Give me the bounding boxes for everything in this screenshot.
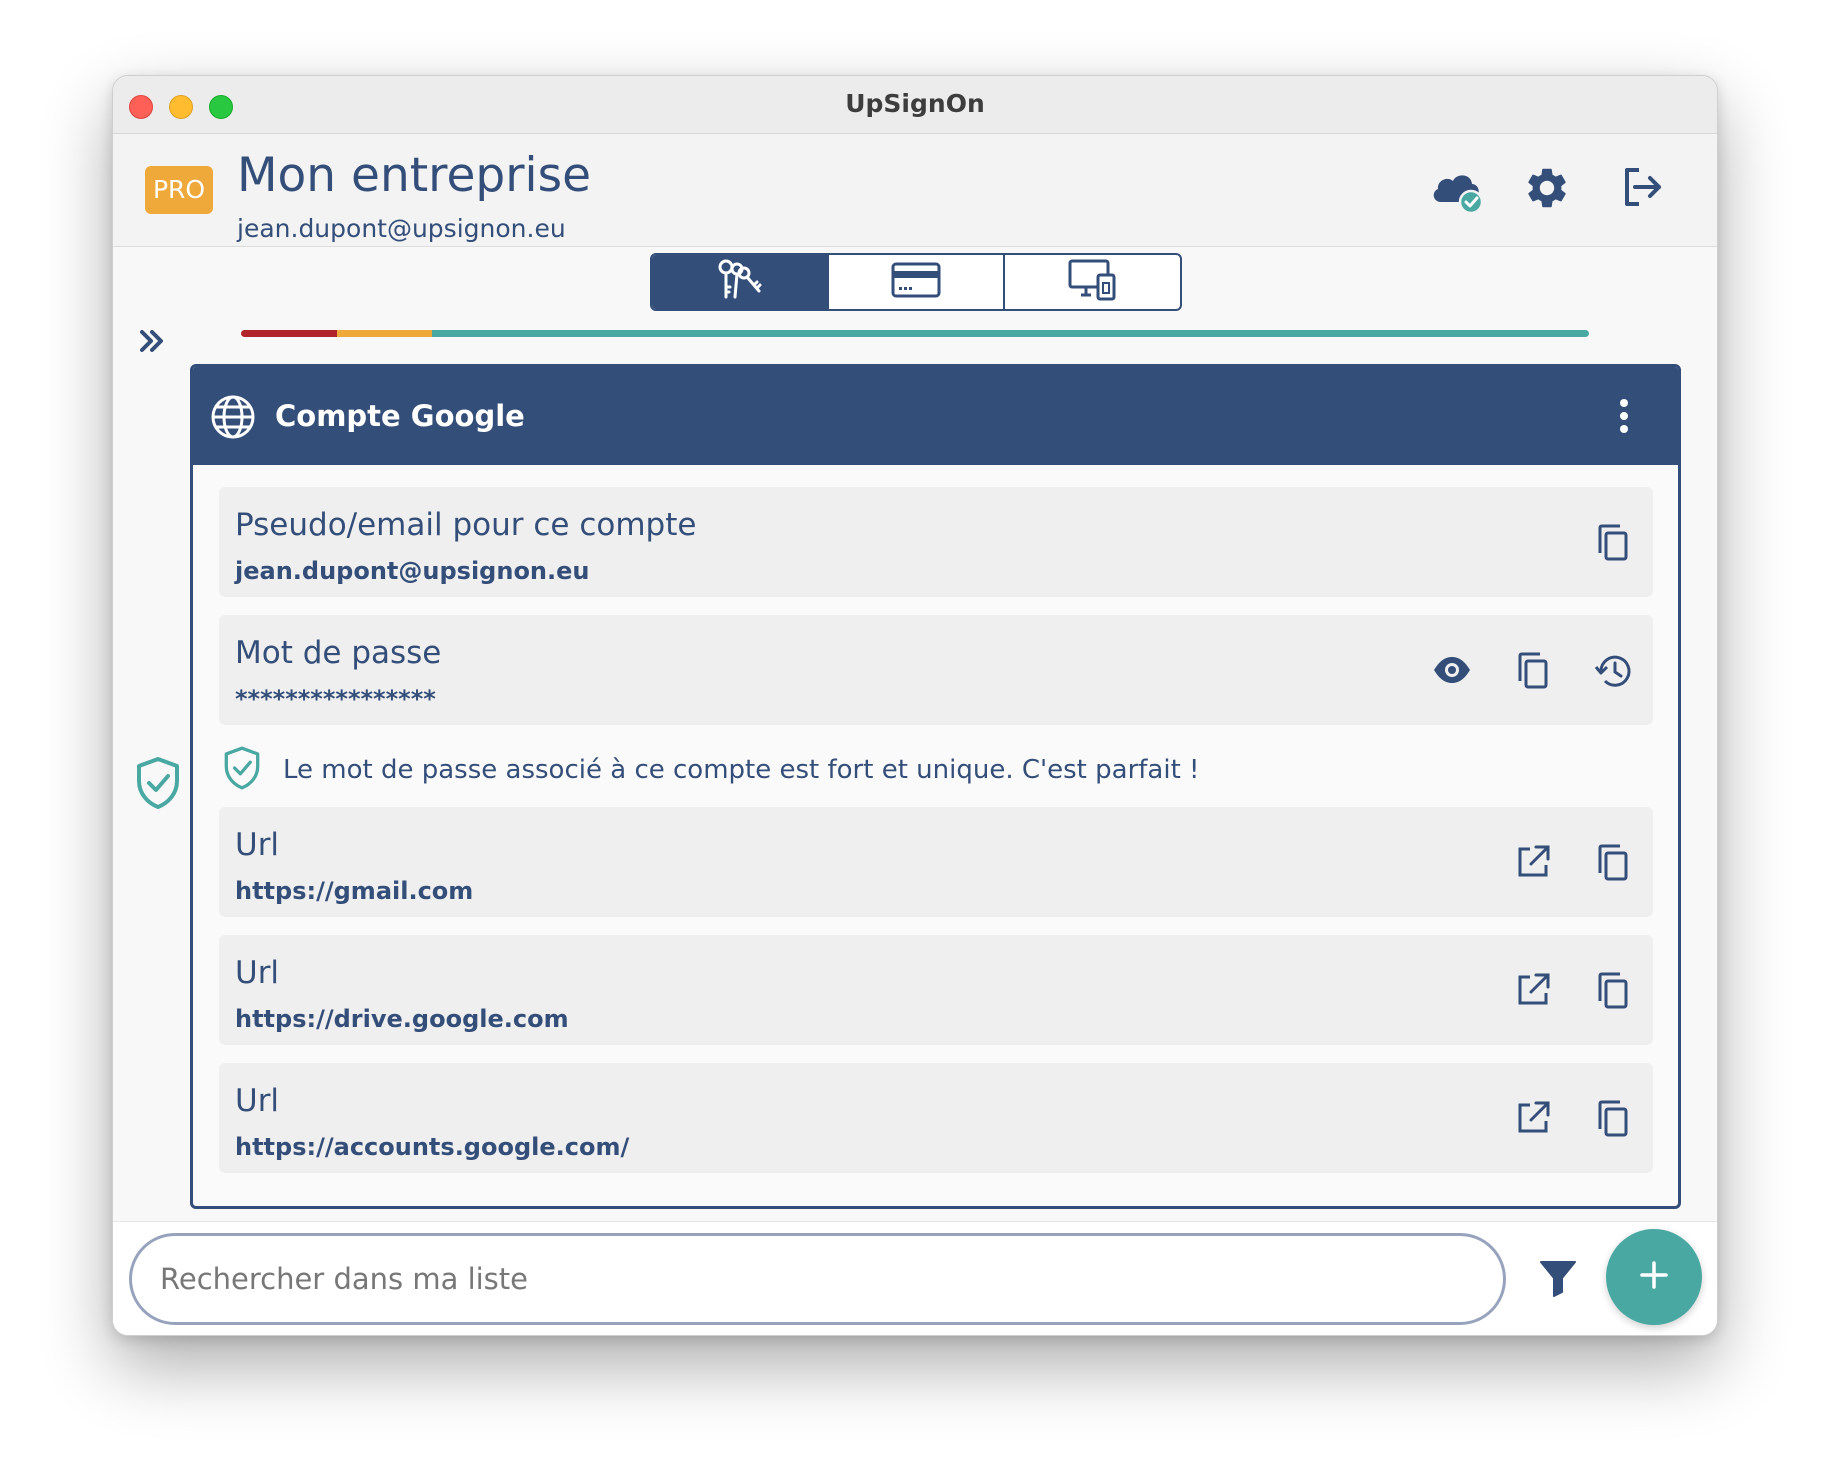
copy-icon[interactable] [1514,651,1552,695]
window-title: UpSignOn [845,89,985,118]
field-value: https://accounts.google.com/ [235,1133,630,1161]
gear-icon[interactable] [1523,164,1571,216]
url-field: Url https://accounts.google.com/ [219,1063,1653,1173]
filter-icon[interactable] [1538,1258,1578,1302]
globe-icon [210,394,256,444]
open-external-icon[interactable] [1514,1099,1552,1141]
history-icon[interactable] [1593,651,1633,695]
app-window: UpSignOn PRO Mon entreprise jean.dupont@… [112,75,1718,1336]
strength-segment [432,330,1589,337]
copy-icon[interactable] [1594,971,1632,1015]
field-value: **************** [235,685,436,713]
card-header: Compte Google [193,367,1678,465]
app-header: PRO Mon entreprise jean.dupont@upsignon.… [113,134,1717,247]
strength-segment [241,330,337,337]
org-name: Mon entreprise [237,148,591,203]
keys-icon [713,257,765,307]
copy-icon[interactable] [1594,843,1632,887]
url-field: Url https://gmail.com [219,807,1653,917]
shield-check-icon [135,756,181,814]
title-bar: UpSignOn [113,76,1717,134]
account-card: Compte Google Pseudo/email pour ce compt… [190,364,1681,1209]
open-external-icon[interactable] [1514,971,1552,1013]
password-field: Mot de passe **************** [219,615,1653,725]
category-tabs [650,253,1182,311]
credit-card-icon [890,260,942,304]
field-label: Pseudo/email pour ce compte [235,507,697,543]
tab-devices[interactable] [1003,255,1180,309]
username-field: Pseudo/email pour ce compte jean.dupont@… [219,487,1653,597]
field-label: Url [235,955,280,991]
search-input[interactable] [129,1233,1506,1325]
field-label: Url [235,827,280,863]
more-options-icon[interactable] [1618,398,1630,438]
field-label: Mot de passe [235,635,442,671]
strength-message: Le mot de passe associé à ce compte est … [219,745,1619,793]
field-value: jean.dupont@upsignon.eu [235,557,590,585]
password-strength-bar [241,330,1589,337]
field-label: Url [235,1083,280,1119]
card-title: Compte Google [275,399,525,433]
plus-icon [1639,1260,1669,1294]
open-external-icon[interactable] [1514,843,1552,885]
devices-icon [1067,257,1119,307]
strength-message-text: Le mot de passe associé à ce compte est … [283,755,1200,785]
eye-icon[interactable] [1432,653,1472,691]
shield-check-icon [223,745,261,795]
expand-sidebar-icon[interactable] [135,324,169,362]
bottom-bar [113,1221,1717,1335]
url-field: Url https://drive.google.com [219,935,1653,1045]
logout-icon[interactable] [1617,162,1667,216]
user-email: jean.dupont@upsignon.eu [237,214,566,243]
tab-passwords[interactable] [652,255,827,309]
add-item-button[interactable] [1606,1229,1702,1325]
copy-icon[interactable] [1594,1099,1632,1143]
strength-segment [336,330,433,337]
pro-badge: PRO [145,166,213,214]
copy-icon[interactable] [1594,523,1632,567]
field-value: https://drive.google.com [235,1005,569,1033]
tab-bank-cards[interactable] [826,255,1004,309]
cloud-sync-icon[interactable] [1429,162,1485,222]
field-value: https://gmail.com [235,877,474,905]
